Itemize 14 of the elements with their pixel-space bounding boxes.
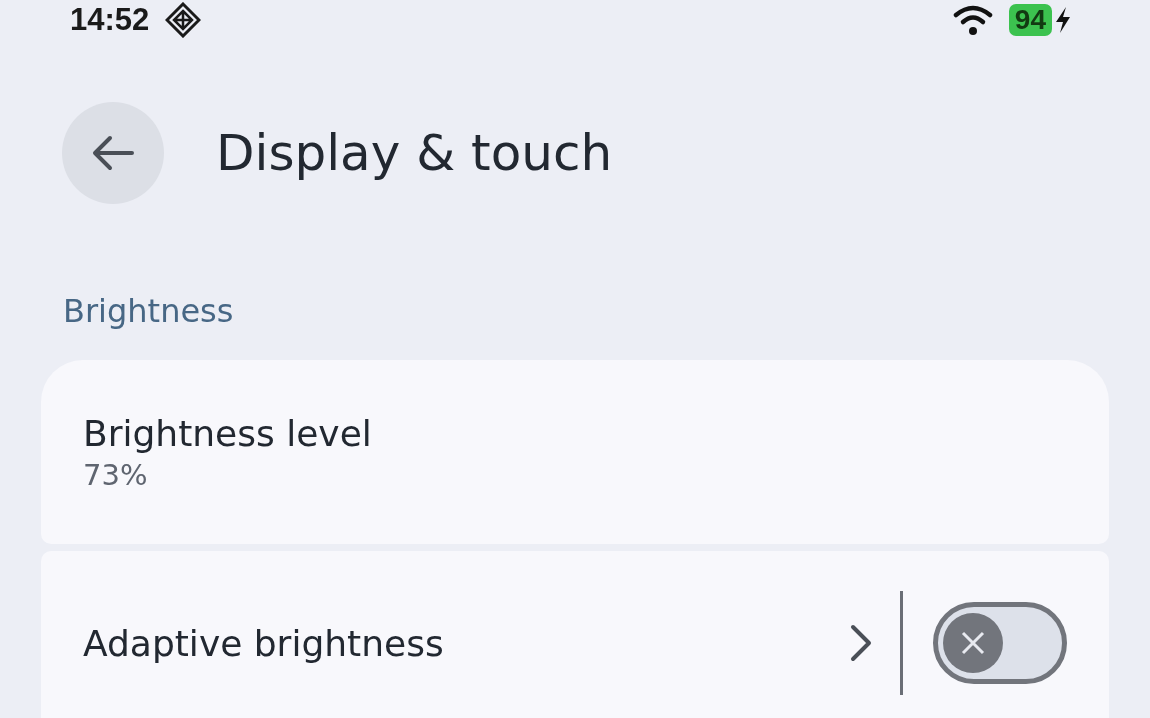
battery-level: 94 — [1008, 4, 1052, 36]
setting-card[interactable]: Brightness level 73% — [41, 360, 1109, 544]
setting-title: Brightness level — [83, 412, 373, 454]
wifi-icon — [952, 4, 993, 36]
setting-title: Adaptive brightness — [83, 622, 445, 664]
setting-value: 73% — [83, 457, 149, 492]
section-title: Brightness — [62, 291, 235, 330]
close-icon — [959, 629, 987, 657]
setting-card[interactable]: Adaptive brightness — [41, 551, 1109, 718]
page-title: Display & touch — [216, 124, 613, 182]
chevron-right-icon — [850, 624, 872, 662]
diamond-icon — [165, 2, 202, 38]
back-arrow-icon — [92, 135, 134, 171]
status-time: 14:52 — [70, 2, 150, 38]
